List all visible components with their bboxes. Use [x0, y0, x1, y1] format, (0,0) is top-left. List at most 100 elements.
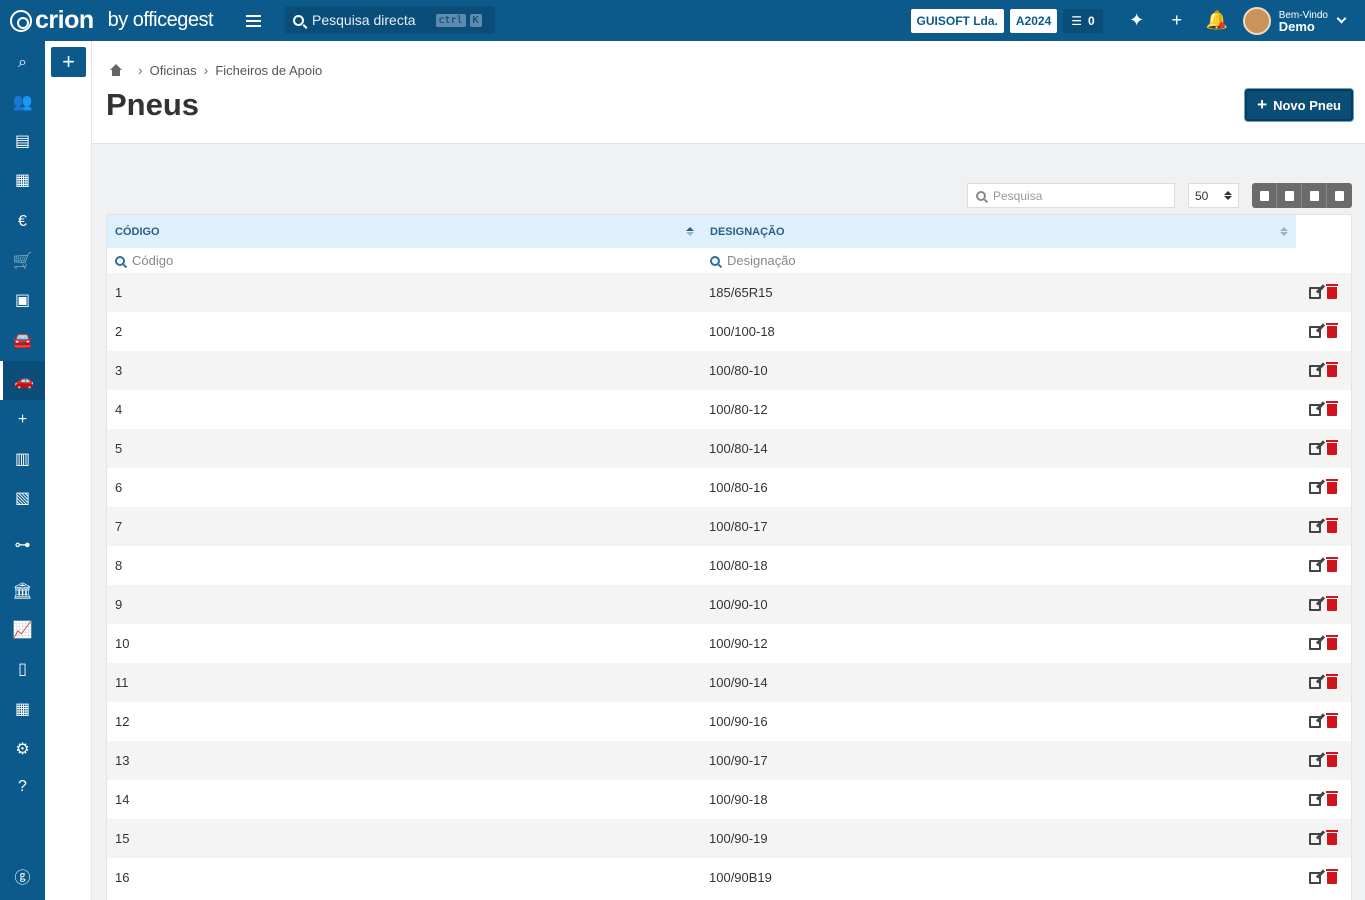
- table-row[interactable]: 16 100/90B19: [107, 858, 1351, 897]
- trash-icon[interactable]: [1326, 712, 1338, 728]
- home-icon[interactable]: [109, 64, 123, 76]
- table-row[interactable]: 10 100/90-12: [107, 624, 1351, 663]
- edit-icon[interactable]: [1309, 871, 1321, 884]
- trash-icon[interactable]: [1326, 673, 1338, 689]
- tasks-badge[interactable]: ☰ 0: [1063, 8, 1103, 33]
- trash-icon[interactable]: [1326, 634, 1338, 650]
- row-actions: [1296, 283, 1351, 299]
- sidebar-cart-icon[interactable]: 🛒: [0, 241, 45, 280]
- sidebar-book-icon[interactable]: ▤: [0, 121, 45, 160]
- edit-icon[interactable]: [1309, 598, 1321, 611]
- crion-swirl-icon: [10, 9, 32, 32]
- sidebar-help-icon[interactable]: ?: [0, 767, 45, 806]
- edit-icon[interactable]: [1309, 715, 1321, 728]
- row-actions: [1296, 634, 1351, 650]
- new-tyre-button[interactable]: + Novo Pneu: [1245, 89, 1353, 121]
- table-row[interactable]: 3 100/80-10: [107, 351, 1351, 390]
- edit-icon[interactable]: [1309, 481, 1321, 494]
- trash-icon[interactable]: [1326, 829, 1338, 845]
- officegest-logo-icon[interactable]: ⓖ: [0, 856, 45, 895]
- excel-button[interactable]: [1277, 183, 1302, 208]
- trash-icon[interactable]: [1326, 322, 1338, 338]
- sidebar-plus-icon[interactable]: +: [0, 400, 45, 439]
- table-row[interactable]: 13 100/90-17: [107, 741, 1351, 780]
- trash-icon[interactable]: [1326, 361, 1338, 377]
- edit-icon[interactable]: [1309, 637, 1321, 650]
- trash-icon[interactable]: [1326, 400, 1338, 416]
- trash-icon[interactable]: [1326, 595, 1338, 611]
- csv-button[interactable]: [1302, 183, 1327, 208]
- table-row[interactable]: 5 100/80-14: [107, 429, 1351, 468]
- sidebar-car-side-icon[interactable]: 🚘: [0, 321, 45, 360]
- table-row[interactable]: 11 100/90-14: [107, 663, 1351, 702]
- edit-icon[interactable]: [1309, 364, 1321, 377]
- edit-icon[interactable]: [1309, 832, 1321, 845]
- trash-icon[interactable]: [1326, 439, 1338, 455]
- sidebar-file-icon[interactable]: ▯: [0, 649, 45, 688]
- sidebar-car-icon[interactable]: 🚗: [0, 361, 45, 400]
- trash-icon[interactable]: [1326, 556, 1338, 572]
- table-row[interactable]: 1 185/65R15: [107, 273, 1351, 312]
- sidebar-table-icon[interactable]: ▦: [0, 689, 45, 728]
- table-row[interactable]: 15 100/90-19: [107, 819, 1351, 858]
- new-tyre-label: Novo Pneu: [1273, 97, 1341, 113]
- kbd-ctrl: ctrl: [435, 13, 466, 27]
- table-row[interactable]: 8 100/80-18: [107, 546, 1351, 585]
- per-page-select[interactable]: 50: [1188, 183, 1239, 208]
- trash-icon[interactable]: [1326, 517, 1338, 533]
- quick-search[interactable]: Pesquisa directa ctrl K: [285, 6, 495, 34]
- edit-icon[interactable]: [1309, 754, 1321, 767]
- table-row[interactable]: 9 100/90-10: [107, 585, 1351, 624]
- quick-add-button[interactable]: +: [51, 47, 86, 77]
- sidebar-search-icon[interactable]: ⌕: [0, 43, 45, 82]
- trash-icon[interactable]: [1326, 790, 1338, 806]
- sidebar-users-icon[interactable]: 👥: [0, 82, 45, 121]
- edit-icon[interactable]: [1309, 286, 1321, 299]
- year-badge[interactable]: A2024: [1009, 8, 1058, 33]
- sidebar-money-icon[interactable]: ▣: [0, 280, 45, 319]
- table-row[interactable]: 12 100/90-16: [107, 702, 1351, 741]
- column-header-designation[interactable]: DESIGNAÇÃO: [702, 215, 1296, 248]
- edit-icon[interactable]: [1309, 325, 1321, 338]
- edit-icon[interactable]: [1309, 403, 1321, 416]
- trash-icon[interactable]: [1326, 283, 1338, 299]
- brand[interactable]: crion by officegest: [0, 0, 228, 41]
- edit-icon[interactable]: [1309, 559, 1321, 572]
- plus-icon[interactable]: +: [1157, 0, 1197, 41]
- designation-filter-input[interactable]: Designação: [702, 248, 1296, 273]
- column-header-code[interactable]: CÓDIGO: [107, 215, 702, 248]
- code-filter-input[interactable]: Código: [107, 248, 702, 273]
- trash-icon[interactable]: [1326, 868, 1338, 884]
- print-button[interactable]: [1327, 183, 1352, 208]
- breadcrumb-oficinas[interactable]: Oficinas: [150, 63, 197, 78]
- sidebar-bank-icon[interactable]: 🏛: [0, 571, 45, 610]
- trash-icon[interactable]: [1326, 751, 1338, 767]
- magic-icon[interactable]: ✦: [1117, 0, 1157, 41]
- cell-code: 10: [115, 636, 130, 651]
- copy-button[interactable]: [1252, 183, 1277, 208]
- table-row[interactable]: 2 100/100-18: [107, 312, 1351, 351]
- table-row[interactable]: 6 100/80-16: [107, 468, 1351, 507]
- breadcrumb-ficheiros[interactable]: Ficheiros de Apoio: [215, 63, 322, 78]
- trash-icon[interactable]: [1326, 478, 1338, 494]
- table-search-input[interactable]: Pesquisa: [967, 183, 1175, 208]
- sidebar-warehouse-icon[interactable]: ▦: [0, 160, 45, 199]
- sidebar-chart-icon[interactable]: 📈: [0, 610, 45, 649]
- cell-designation: 100/90-14: [709, 675, 768, 690]
- edit-icon[interactable]: [1309, 793, 1321, 806]
- sidebar-gears-icon[interactable]: ⚙: [0, 729, 45, 768]
- company-badge[interactable]: GUISOFT Lda.: [910, 8, 1004, 33]
- table-row[interactable]: 4 100/80-12: [107, 390, 1351, 429]
- user-menu[interactable]: Bem-Vindo Demo: [1242, 6, 1347, 35]
- bell-icon[interactable]: 🔔: [1197, 0, 1237, 41]
- sidebar-boxes-icon[interactable]: ▧: [0, 478, 45, 517]
- sidebar-euro-icon[interactable]: €: [0, 202, 45, 241]
- edit-icon[interactable]: [1309, 442, 1321, 455]
- edit-icon[interactable]: [1309, 520, 1321, 533]
- sidebar-sitemap-icon[interactable]: ⊶: [0, 525, 45, 564]
- sidebar-calculator-icon[interactable]: ▥: [0, 439, 45, 478]
- table-row[interactable]: 14 100/90-18: [107, 780, 1351, 819]
- table-row[interactable]: 7 100/80-17: [107, 507, 1351, 546]
- edit-icon[interactable]: [1309, 676, 1321, 689]
- menu-toggle-icon[interactable]: [238, 0, 268, 41]
